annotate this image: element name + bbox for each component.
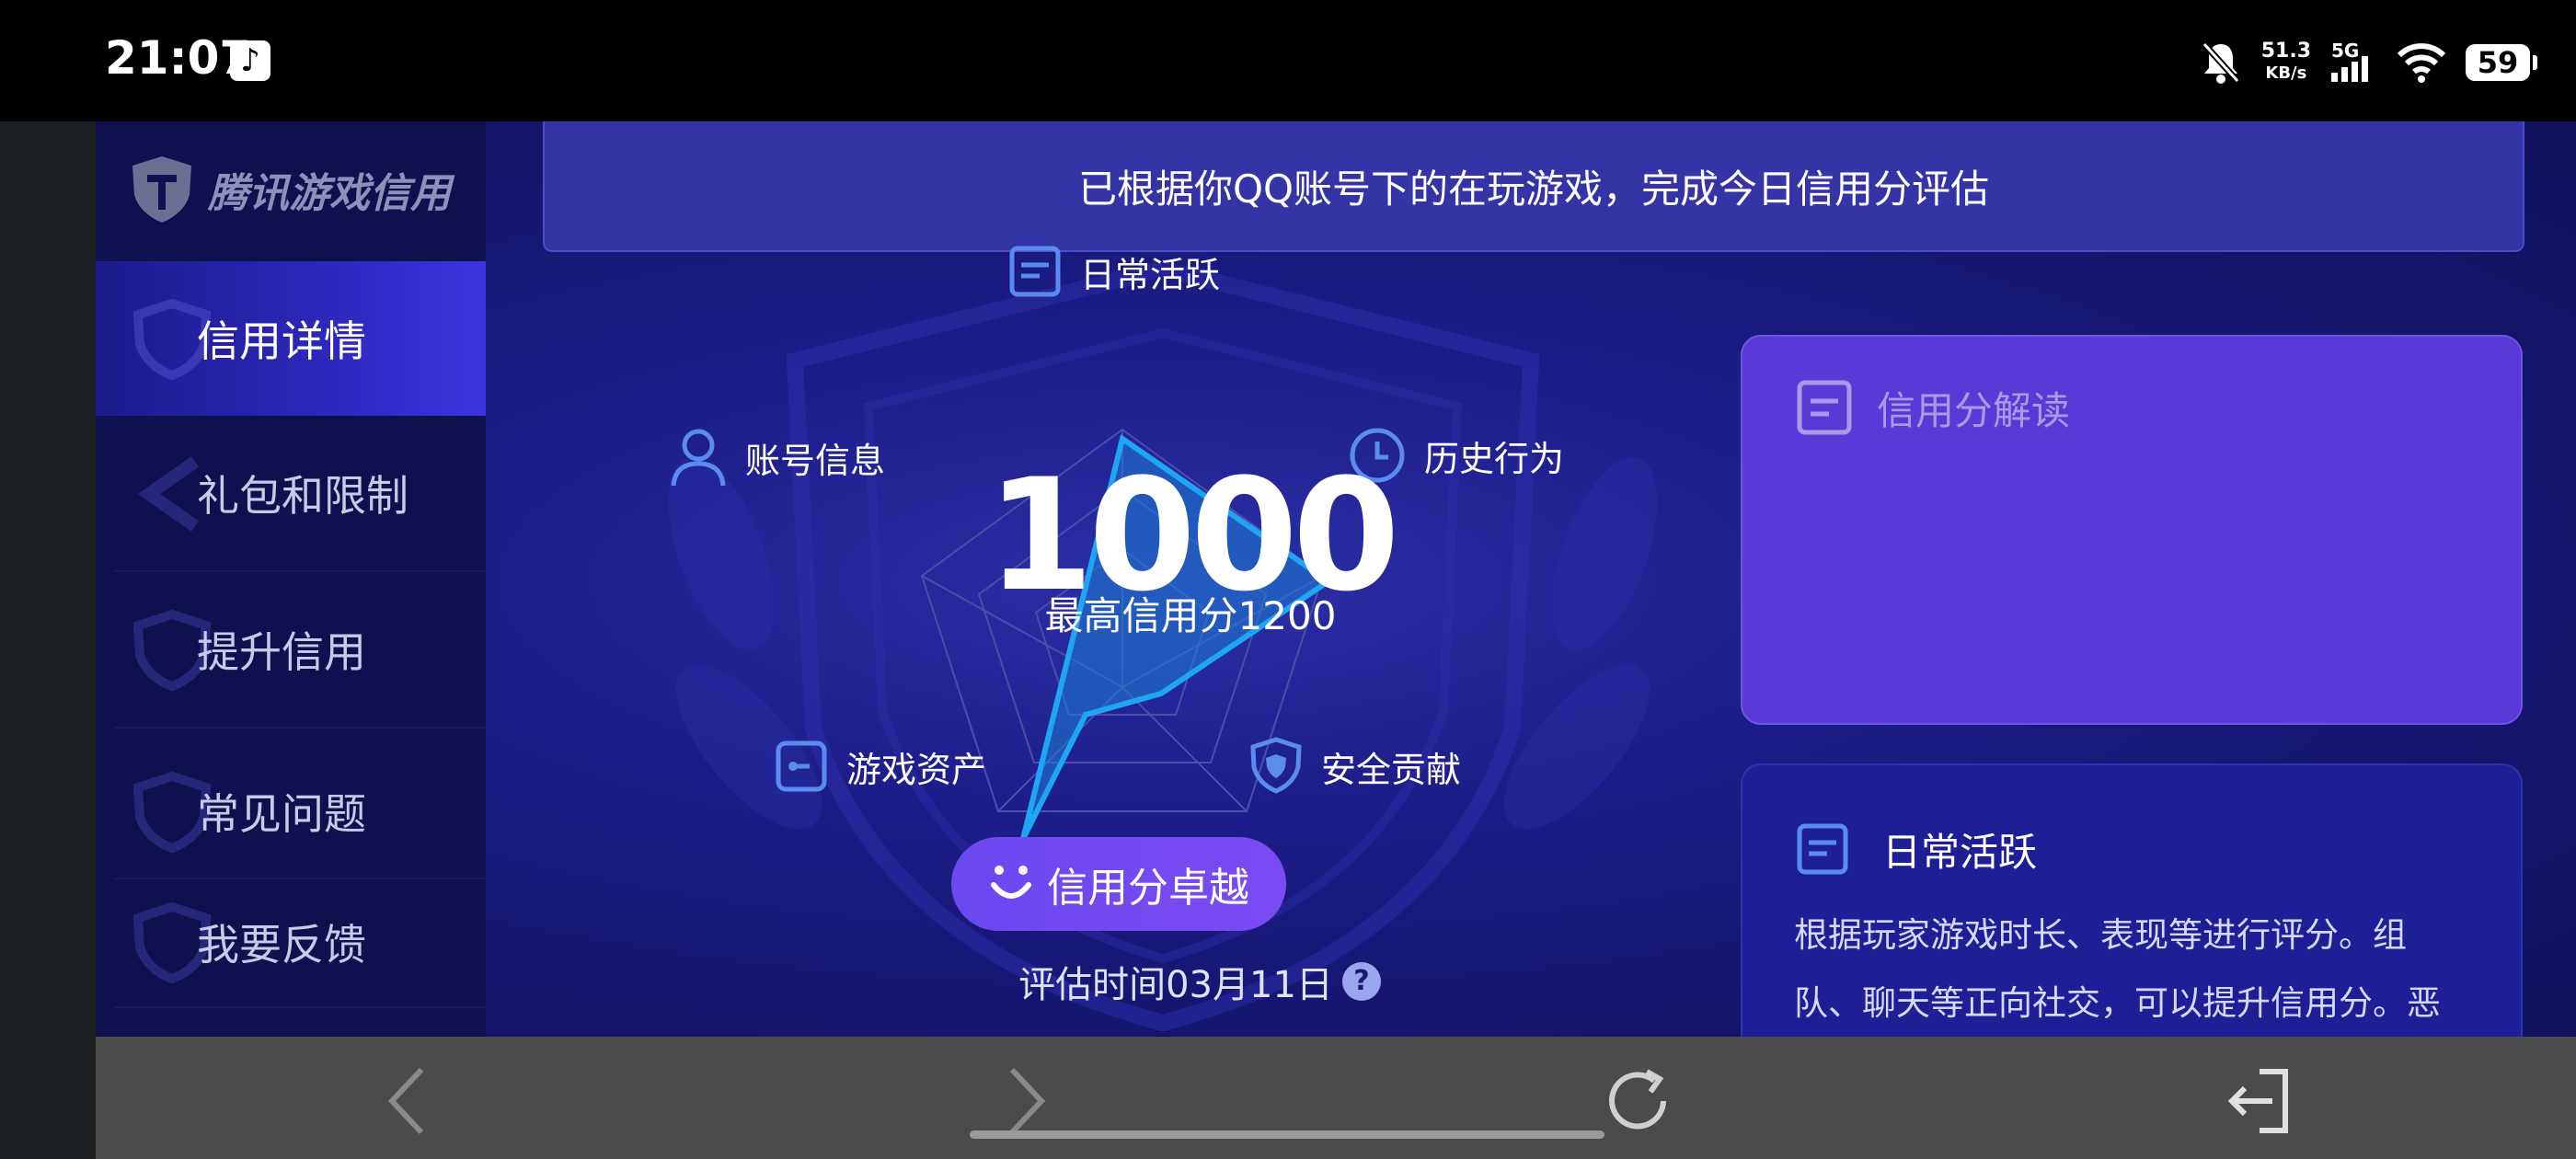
card-title: 日常活跃	[1882, 829, 2038, 875]
sidebar: 腾讯游戏信用 信用详情 礼包和限制 提升信用 常见问题 我要反馈	[96, 121, 486, 1037]
document-icon	[1009, 246, 1061, 297]
help-icon[interactable]: ?	[1341, 962, 1381, 1001]
evaluation-time: 评估时间03月11日 ?	[924, 955, 1476, 1008]
radar-label-game-assets: 游戏资产	[773, 738, 986, 795]
app-window: 腾讯游戏信用 信用详情 礼包和限制 提升信用 常见问题 我要反馈 已根据你QQ账…	[96, 121, 2576, 1037]
evaluation-time-text: 评估时间03月11日	[1018, 964, 1333, 1006]
tiktok-icon: ♪	[230, 40, 270, 81]
card-body: 根据玩家游戏时长、表现等进行评分。组 队、聊天等正向社交，可以提升信用分。恶	[1794, 901, 2521, 1037]
document-icon	[1797, 823, 1848, 875]
wifi-icon	[2398, 43, 2445, 83]
radar-label-daily-active: 日常活跃	[1006, 243, 1220, 300]
cellular-signal-icon: 5G	[2331, 40, 2377, 86]
radar-axis-label: 日常活跃	[1080, 254, 1221, 295]
document-icon	[1797, 380, 1852, 435]
status-indicators: 51.3 KB/s 5G 59	[2201, 35, 2537, 90]
max-score-text: 最高信用分1200	[1044, 593, 1337, 638]
network-speed-unit: KB/s	[2265, 63, 2307, 83]
radar-label-account: 账号信息	[668, 425, 885, 489]
card-body-line: 队、聊天等正向社交，可以提升信用分。恶	[1794, 983, 2441, 1023]
browser-bottom-nav	[96, 1037, 2576, 1159]
sidebar-divider	[114, 1006, 486, 1008]
key-box-icon	[776, 740, 827, 792]
sidebar-item-label: 提升信用	[197, 627, 366, 677]
app-logo: 腾讯游戏信用	[129, 155, 451, 224]
card-header: 信用分解读	[1794, 377, 2070, 438]
forward-arrow-icon[interactable]	[988, 1064, 1062, 1138]
back-arrow-icon[interactable]	[372, 1064, 445, 1138]
status-bar: 21:07 ♪ 51.3 KB/s 5G 59	[0, 0, 2576, 121]
card-body-line: 根据玩家游戏时长、表现等进行评分。组	[1794, 915, 2407, 955]
exit-icon[interactable]	[2223, 1064, 2296, 1138]
user-icon	[671, 429, 726, 487]
shield-logo-icon	[132, 156, 191, 223]
sidebar-item-gifts-limits[interactable]: 礼包和限制	[96, 416, 486, 570]
sidebar-item-label: 礼包和限制	[197, 471, 408, 521]
banner-text: 已根据你QQ账号下的在玩游戏，完成今日信用分评估	[1077, 166, 1990, 212]
sidebar-item-feedback[interactable]: 我要反馈	[96, 865, 486, 1019]
credit-level-badge[interactable]: 信用分卓越	[951, 837, 1286, 931]
logo-text: 腾讯游戏信用	[208, 170, 451, 217]
smile-icon	[991, 866, 1031, 899]
left-gutter	[0, 121, 96, 1159]
shield-icon	[1250, 737, 1302, 794]
refresh-icon[interactable]	[1601, 1064, 1674, 1138]
card-header: 日常活跃	[1794, 820, 2037, 878]
radar-axis-label: 安全贡献	[1321, 749, 1462, 790]
radar-label-security: 安全贡献	[1248, 736, 1461, 797]
sidebar-divider	[114, 727, 486, 729]
radar-axis-label: 账号信息	[745, 440, 886, 481]
sidebar-item-label: 信用详情	[197, 316, 366, 366]
home-indicator[interactable]	[970, 1130, 1604, 1139]
sidebar-item-label: 我要反馈	[197, 920, 366, 970]
network-speed: 51.3 KB/s	[2261, 40, 2311, 85]
network-speed-value: 51.3	[2260, 40, 2311, 63]
sidebar-item-label: 常见问题	[197, 789, 366, 839]
score-interpretation-card: 信用分解读	[1741, 335, 2523, 725]
sidebar-item-credit-details[interactable]: 信用详情	[96, 261, 486, 416]
sidebar-item-improve-credit[interactable]: 提升信用	[96, 572, 486, 727]
radar-axis-label: 游戏资产	[846, 749, 987, 790]
daily-active-card: 日常活跃 根据玩家游戏时长、表现等进行评分。组 队、聊天等正向社交，可以提升信用…	[1741, 763, 2523, 1037]
evaluation-banner: 已根据你QQ账号下的在玩游戏，完成今日信用分评估	[543, 121, 2524, 252]
bell-muted-icon	[2202, 41, 2240, 84]
badge-label: 信用分卓越	[1047, 865, 1249, 912]
card-title: 信用分解读	[1877, 387, 2071, 433]
battery-icon: 59	[2466, 44, 2537, 81]
